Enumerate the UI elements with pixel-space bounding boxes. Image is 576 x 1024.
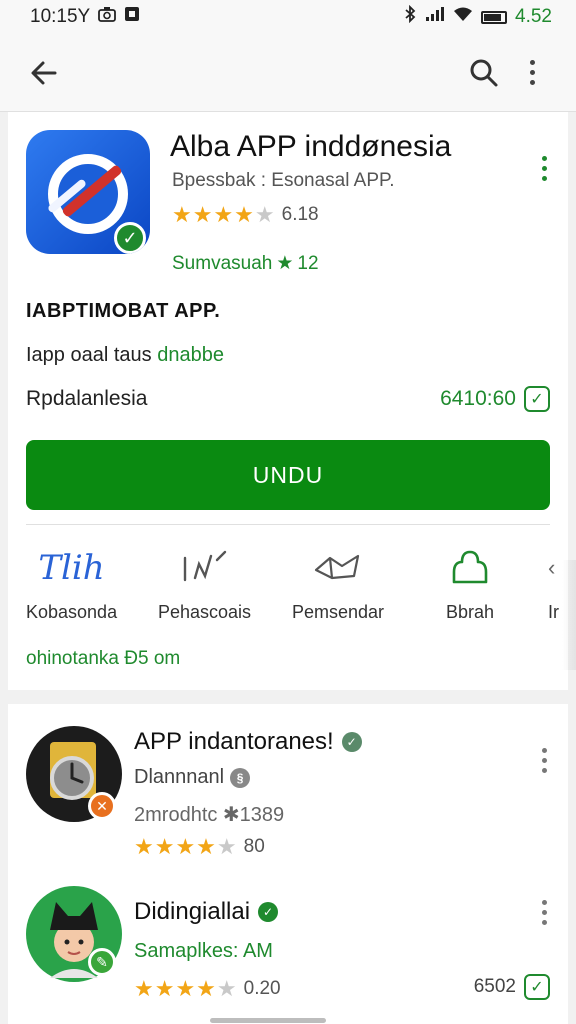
list-item[interactable]: ✎ Didingiallai ✓ Samaplkes: AM ★★★★★ 0.2…: [8, 886, 568, 1024]
location-label: Rpdalanlesia: [26, 387, 148, 410]
back-arrow-icon: [31, 61, 57, 84]
wifi-icon: [453, 6, 473, 28]
rating-value: 6.18: [281, 204, 319, 225]
avatar: ✕: [26, 726, 122, 822]
status-right: 4.52: [403, 4, 552, 29]
wave-icon: [179, 548, 231, 588]
description-link[interactable]: dnabbe: [157, 344, 224, 366]
signal-icon: [425, 6, 445, 28]
list-item-title: APP indantoranes! ✓: [134, 728, 362, 756]
title-text: Didingiallai: [134, 898, 251, 925]
subtitle-text: Dlannnanl: [134, 766, 225, 788]
star-rating-icon: ★★★★★: [134, 976, 238, 1001]
tlih-icon: Tlih: [38, 548, 105, 588]
time-value-group[interactable]: 6410:60 ✓: [440, 386, 550, 412]
installs-row: Sumvasuah ★ 12: [172, 252, 319, 275]
list-item-subtitle: Samaplkes: AM: [134, 940, 273, 963]
verified-icon: ✓: [258, 902, 279, 922]
app-developer[interactable]: Bpessbak : Esonasal APP.: [172, 170, 395, 192]
installs-label: Sumvasuah: [172, 252, 273, 274]
install-button[interactable]: UNDU: [26, 440, 550, 510]
star-rating-icon: ★★★★★: [134, 834, 238, 859]
battery-icon: [481, 10, 508, 24]
title-text: APP indantoranes!: [134, 728, 334, 755]
description-text: Iapp oaal taus: [26, 344, 152, 366]
divider: [26, 524, 550, 525]
verified-check-icon: ✓: [114, 222, 146, 254]
trailing-value: 6502: [473, 976, 516, 997]
list-item-subtitle: Dlannnanl §: [134, 766, 251, 789]
subtitle-text: Samaplkes: AM: [134, 940, 273, 962]
scroll-handle[interactable]: [210, 1018, 326, 1023]
rating-value: 80: [243, 836, 265, 857]
star-rating-icon: ★★★★★: [172, 202, 276, 227]
share-icon: [312, 548, 364, 588]
edge-shadow: [562, 560, 576, 670]
search-icon: [470, 59, 498, 86]
action-label: Pehascoais: [158, 602, 252, 622]
action-row: Tlih Kobasonda Pehascoais Pemsendar Bbra…: [8, 548, 568, 638]
installs-value: 12: [297, 252, 319, 274]
badge-icon: ✕: [88, 792, 116, 820]
rating-value: 0.20: [243, 978, 281, 999]
action-item[interactable]: Pehascoais: [158, 548, 251, 623]
action-label: Pemsendar: [292, 602, 385, 622]
check-box-icon: ✓: [524, 974, 550, 1000]
search-button[interactable]: [460, 49, 508, 97]
section-title: IABPTIMOBAT APP.: [26, 300, 221, 322]
location-row: Rpdalanlesia 6410:60 ✓: [26, 386, 550, 412]
verified-icon: ✓: [341, 732, 362, 752]
bluetooth-icon: [403, 4, 417, 29]
leaf-badge-icon: ✎: [88, 948, 116, 976]
status-time: 10:15Y: [30, 6, 91, 27]
camera-icon: [98, 6, 117, 28]
more-options-button[interactable]: [508, 49, 556, 97]
action-label: Bbrah: [446, 602, 495, 622]
status-left: 10:15Y: [30, 6, 140, 28]
list-item-title: Didingiallai ✓: [134, 898, 279, 926]
action-label: Ir: [548, 602, 559, 622]
avatar: ✎: [26, 886, 122, 982]
star-icon: ★: [276, 253, 294, 274]
list-item-trailing[interactable]: 6502 ✓: [474, 974, 550, 1000]
list-item-rating: ★★★★★ 80: [134, 834, 265, 860]
check-box-icon: ✓: [524, 386, 550, 412]
list-item-rating: ★★★★★ 0.20: [134, 976, 281, 1002]
app-description: Iapp oaal taus dnabbe: [26, 344, 224, 367]
list-item[interactable]: ✕ APP indantoranes! ✓ Dlannnanl § 2mrodh…: [8, 726, 568, 876]
app-more-button[interactable]: [530, 148, 558, 188]
action-item[interactable]: Bbrah: [446, 548, 494, 623]
item-more-button[interactable]: [530, 740, 558, 780]
notification-icon: [124, 6, 140, 28]
info-icon: §: [230, 767, 251, 788]
list-item-meta: 2mrodhtc ✱1389: [134, 804, 285, 826]
app-rating: ★★★★★ 6.18: [172, 202, 319, 228]
battery-text: 4.52: [515, 6, 552, 27]
top-app-bar: [0, 34, 576, 112]
action-item[interactable]: ‹ Ir: [548, 548, 559, 623]
app-title: Alba APP inddønesia: [170, 130, 452, 163]
action-label: Kobasonda: [26, 602, 118, 622]
size-info: ohinotanka Ð5 om: [26, 648, 181, 669]
app-details-card: ✓ Alba APP inddønesia Bpessbak : Esonasa…: [8, 112, 568, 690]
time-value: 6410:60: [440, 387, 516, 410]
action-item[interactable]: Pemsendar: [292, 548, 384, 623]
app-icon[interactable]: ✓: [26, 130, 150, 254]
status-bar: 10:15Y 4.52: [0, 0, 576, 34]
related-apps-card: ✕ APP indantoranes! ✓ Dlannnanl § 2mrodh…: [8, 704, 568, 1024]
back-button[interactable]: [20, 49, 68, 97]
item-more-button[interactable]: [530, 892, 558, 932]
chevron-left-icon: ‹: [548, 555, 556, 580]
home-icon: [448, 548, 492, 588]
action-item[interactable]: Tlih Kobasonda: [26, 548, 117, 623]
more-vert-icon: [518, 53, 546, 93]
